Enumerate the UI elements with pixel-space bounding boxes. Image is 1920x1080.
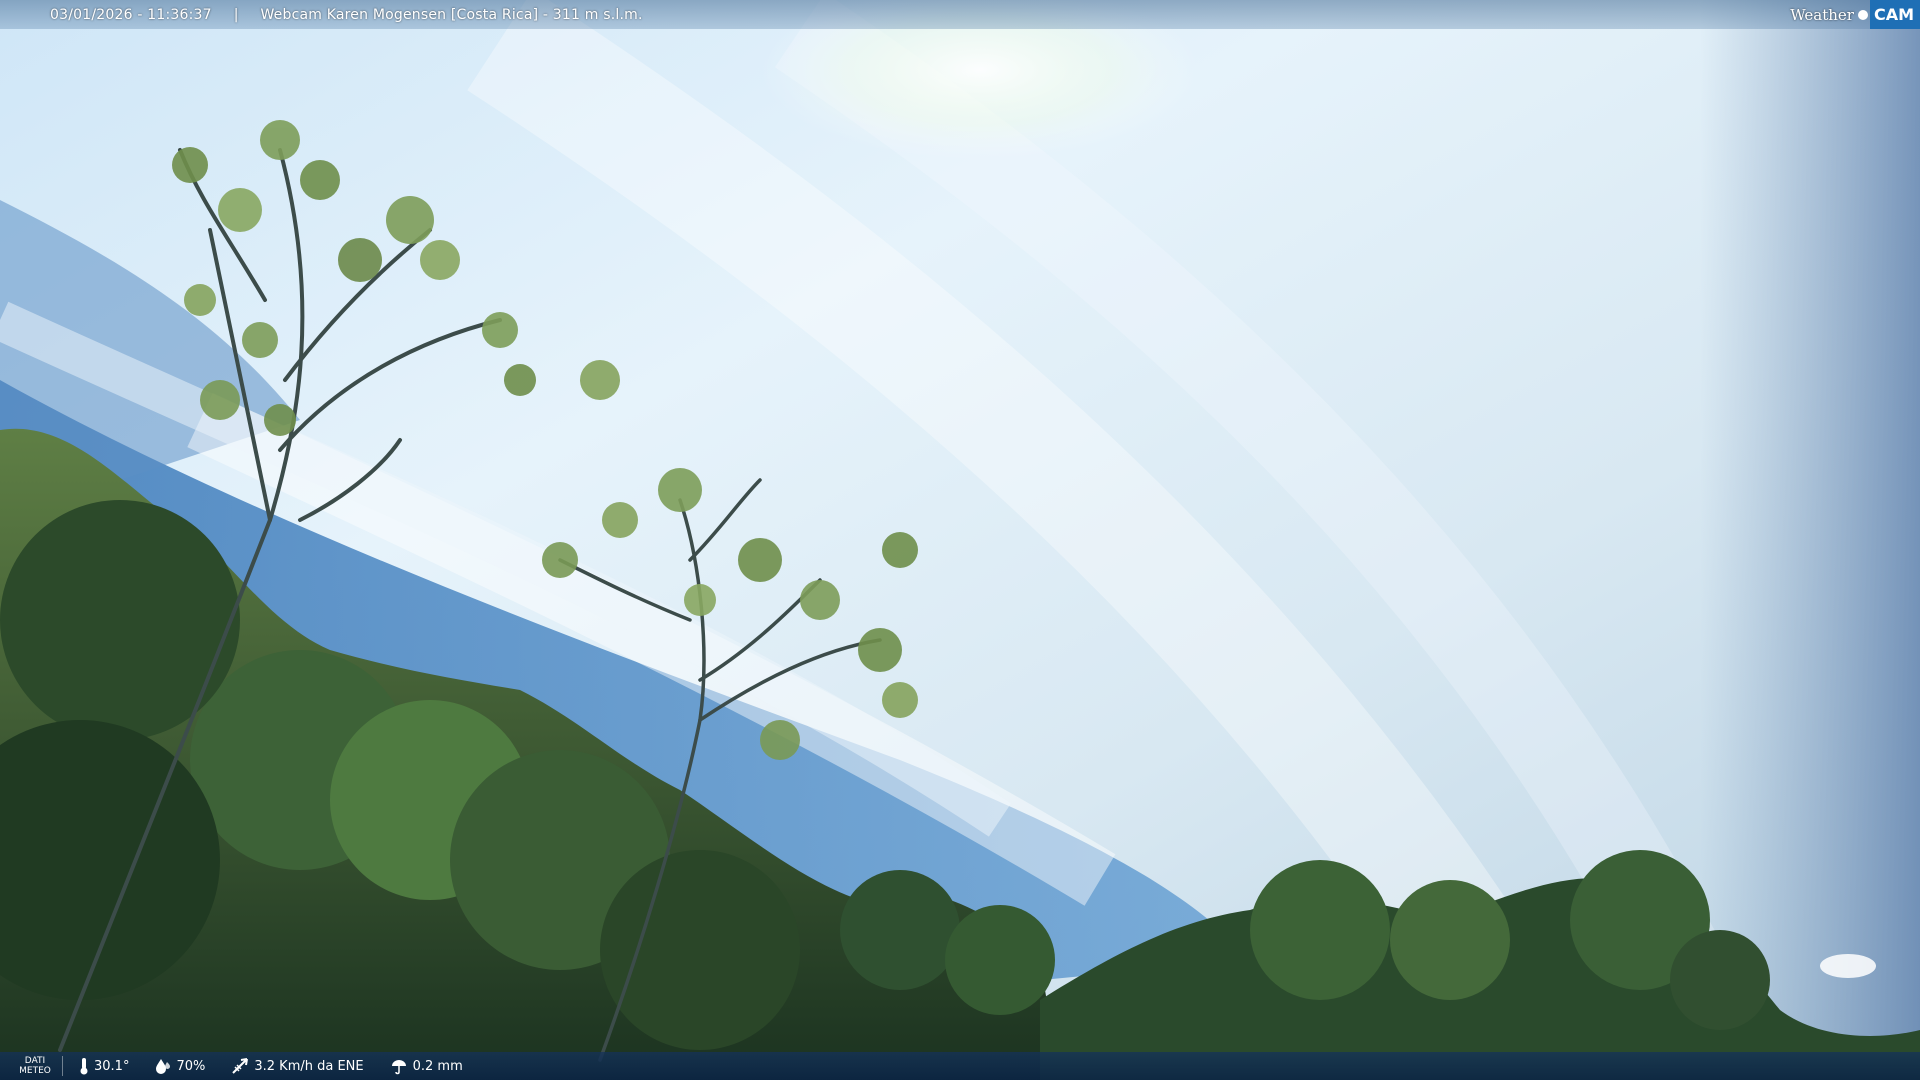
humidity-value: 70%: [176, 1058, 206, 1074]
weather-data-bar: DATI METEO 30.1° 70% 3.2 Km/h da ENE 0.2…: [0, 1052, 1920, 1080]
thermometer-icon: [80, 1058, 88, 1075]
humidity-drop-icon: [156, 1059, 171, 1074]
temperature-reading: 30.1°: [79, 1057, 129, 1075]
camera-name: Webcam Karen Mogensen [Costa Rica] - 311…: [260, 6, 643, 23]
weather-data-label: DATI METEO: [18, 1056, 63, 1076]
wind-value: 3.2 Km/h da ENE: [254, 1058, 364, 1074]
webcam-viewport: 03/01/2026 - 11:36:37 | Webcam Karen Mog…: [0, 0, 1920, 1080]
logo-cam-text: CAM: [1869, 0, 1920, 29]
rain-value: 0.2 mm: [412, 1058, 463, 1074]
small-cloud: [1820, 954, 1876, 978]
logo-weather-text: Weather: [1790, 5, 1854, 24]
temperature-value: 30.1°: [94, 1058, 130, 1074]
humidity-reading: 70%: [155, 1058, 205, 1074]
header-separator: |: [233, 6, 239, 23]
wind-reading: 3.2 Km/h da ENE: [231, 1057, 364, 1075]
webcam-image: [0, 0, 1920, 1080]
wind-icon: [232, 1058, 249, 1074]
logo-dot-icon: [1857, 9, 1868, 20]
rain-icon: [391, 1060, 406, 1075]
top-info-bar: 03/01/2026 - 11:36:37 | Webcam Karen Mog…: [0, 0, 1920, 29]
weathercam-logo[interactable]: Weather CAM: [1790, 0, 1920, 29]
rain-reading: 0.2 mm: [390, 1057, 463, 1075]
capture-datetime: 03/01/2026 - 11:36:37: [50, 6, 212, 23]
